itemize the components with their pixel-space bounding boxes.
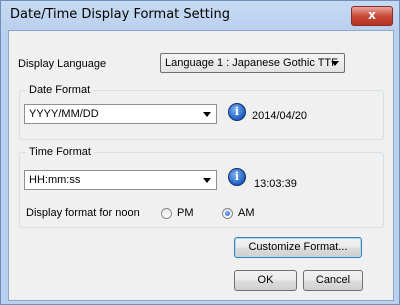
dialog-window: Date/Time Display Format Setting x Displ… (0, 0, 400, 305)
time-format-select[interactable]: HH:mm:ss (24, 170, 217, 190)
radio-am[interactable] (222, 208, 233, 219)
radio-am-label[interactable]: AM (238, 207, 255, 219)
time-preview: 13:03:39 (254, 178, 297, 190)
chevron-down-icon (331, 61, 339, 66)
display-language-label: Display Language (18, 58, 107, 70)
date-format-value: YYYY/MM/DD (29, 108, 99, 120)
date-format-select[interactable]: YYYY/MM/DD (24, 104, 217, 124)
time-format-label: Time Format (26, 146, 94, 158)
dialog-body: Display Language Language 1 : Japanese G… (8, 30, 394, 301)
radio-pm[interactable] (161, 208, 172, 219)
chevron-down-icon (203, 112, 211, 117)
title-bar[interactable]: Date/Time Display Format Setting x (1, 1, 399, 29)
close-button[interactable]: x (351, 6, 393, 26)
info-icon[interactable]: i (228, 168, 246, 186)
ok-button[interactable]: OK (234, 270, 297, 291)
radio-pm-label[interactable]: PM (177, 207, 194, 219)
info-icon[interactable]: i (228, 103, 246, 121)
date-format-label: Date Format (26, 84, 94, 96)
customize-format-button[interactable]: Customize Format... (234, 237, 362, 258)
date-preview: 2014/04/20 (252, 110, 308, 122)
noon-label: Display format for noon (26, 207, 140, 219)
dialog-title: Date/Time Display Format Setting (10, 7, 230, 22)
time-format-value: HH:mm:ss (29, 174, 81, 186)
chevron-down-icon (203, 178, 211, 183)
cancel-button[interactable]: Cancel (303, 270, 363, 291)
close-icon: x (368, 8, 376, 22)
display-language-value: Language 1 : Japanese Gothic TTF (165, 57, 338, 69)
display-language-select[interactable]: Language 1 : Japanese Gothic TTF (160, 53, 345, 73)
